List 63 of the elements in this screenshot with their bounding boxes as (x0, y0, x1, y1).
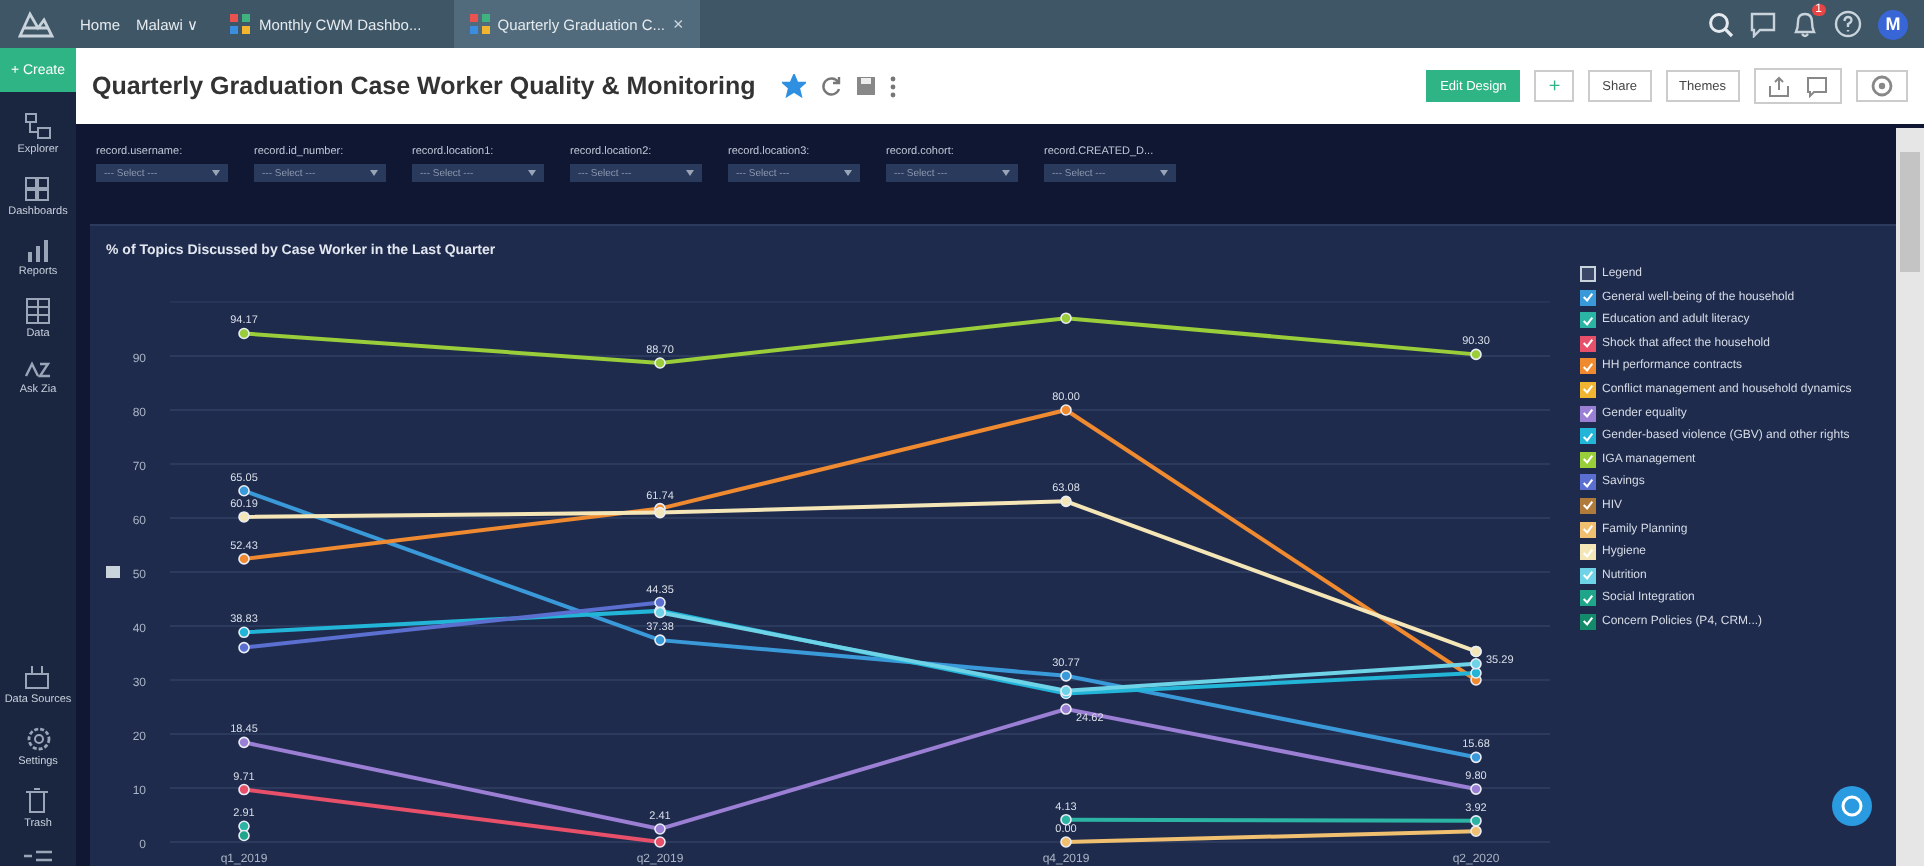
dashboard-title: Quarterly Graduation Case Worker Quality & Monitoring (92, 72, 756, 100)
legend-checkbox[interactable] (1580, 428, 1596, 445)
data-point (238, 511, 250, 523)
data-point (1470, 348, 1482, 361)
data-point (1060, 703, 1072, 715)
more-icon[interactable] (889, 75, 896, 97)
help-icon[interactable] (1834, 10, 1862, 38)
trash-icon (26, 788, 49, 814)
legend-checkbox[interactable] (1580, 405, 1596, 422)
folder-tree-icon (23, 112, 52, 140)
data-point (238, 553, 250, 565)
data-point (1060, 404, 1072, 416)
table-icon (26, 298, 50, 324)
legend-checkbox[interactable] (1580, 289, 1596, 306)
settings-icon (1870, 74, 1894, 98)
bar-chart-icon (25, 238, 50, 262)
data-point (654, 634, 666, 646)
action-button-group[interactable] (1754, 68, 1842, 104)
data-point (238, 736, 250, 749)
dashboard-icon (469, 14, 490, 34)
dashboard-icon (230, 14, 251, 34)
legend-checkbox[interactable] (1580, 567, 1596, 584)
legend-checkbox[interactable] (1580, 497, 1596, 514)
data-point (1470, 751, 1482, 764)
help-chat-button[interactable] (1832, 786, 1872, 826)
data-point (1060, 495, 1072, 508)
data-point (238, 783, 250, 796)
refresh-icon[interactable] (819, 75, 842, 97)
data-point (1060, 836, 1072, 848)
close-icon[interactable]: × (673, 14, 684, 34)
legend-checkbox[interactable] (1580, 358, 1596, 375)
export-icon[interactable] (1768, 75, 1790, 97)
comment-icon[interactable] (1806, 75, 1828, 97)
legend-checkbox[interactable] (1580, 613, 1596, 630)
data-point (1060, 813, 1072, 826)
scrollbar[interactable] (1896, 128, 1924, 866)
data-point (238, 327, 250, 340)
legend-checkbox[interactable] (1580, 312, 1596, 329)
legend-checkbox[interactable] (1580, 381, 1596, 398)
save-icon[interactable] (855, 76, 876, 96)
data-point (654, 357, 666, 369)
chat-icon[interactable] (1750, 11, 1776, 37)
bell-icon[interactable] (1792, 10, 1818, 38)
star-icon[interactable] (781, 74, 806, 98)
data-point (238, 484, 250, 497)
logo-icon[interactable] (16, 8, 56, 40)
database-plug-icon (24, 664, 51, 690)
data-point (1470, 783, 1482, 795)
axis-title-icon (106, 566, 120, 578)
data-point (1060, 312, 1072, 324)
data-point (1060, 670, 1072, 682)
legend-checkbox[interactable] (1580, 521, 1596, 538)
collapse-icon[interactable] (24, 850, 52, 862)
settings-button[interactable] (1856, 70, 1908, 102)
legend-checkbox[interactable] (1580, 474, 1596, 491)
settings-icon (25, 726, 51, 752)
legend-checkbox[interactable] (1580, 451, 1596, 468)
user-avatar[interactable]: M (1878, 9, 1908, 39)
legend-checkbox[interactable] (1580, 335, 1596, 352)
sparkle-icon (24, 360, 52, 380)
search-icon[interactable] (1708, 11, 1734, 37)
grid-icon (24, 176, 51, 202)
legend-checkbox[interactable] (1580, 590, 1596, 607)
